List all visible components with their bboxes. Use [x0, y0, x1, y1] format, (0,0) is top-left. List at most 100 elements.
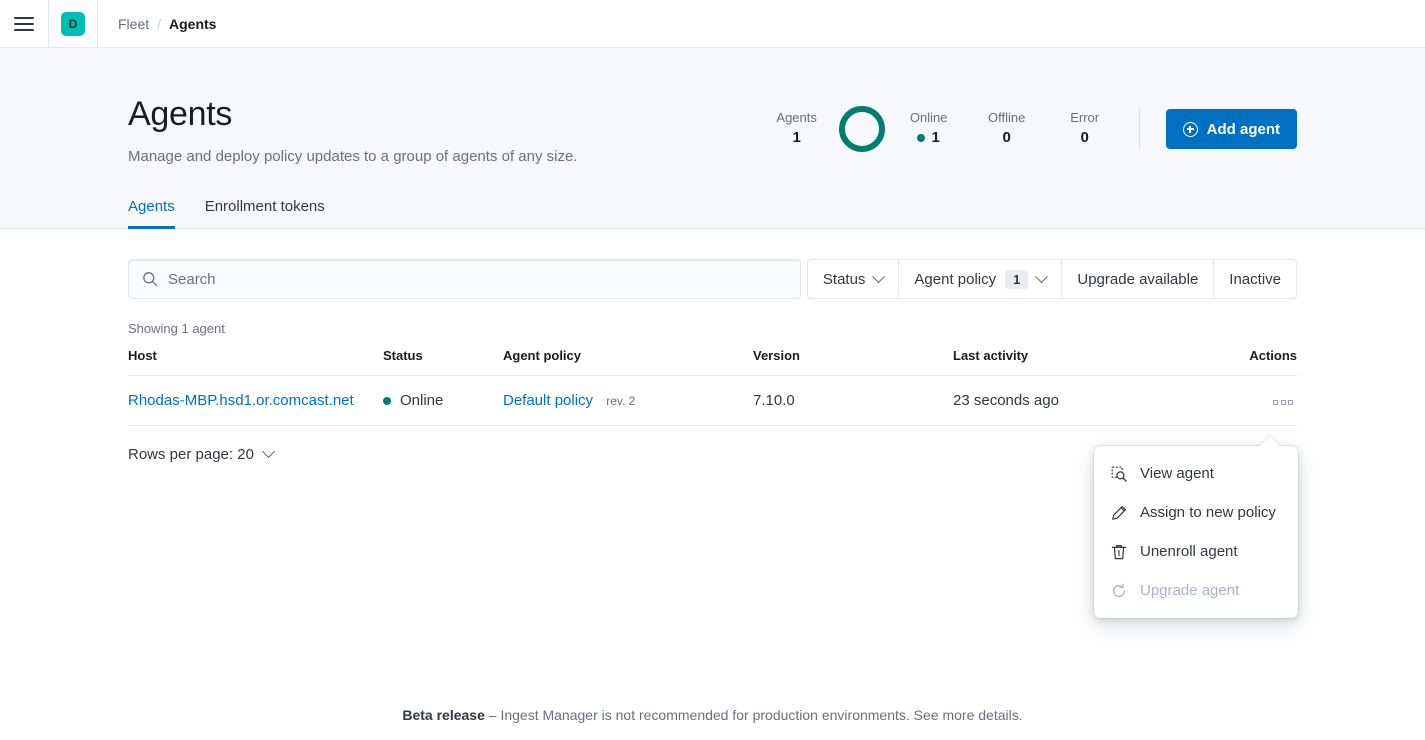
- stat-agents-value: 1: [792, 127, 800, 149]
- agent-policy-link[interactable]: Default policy: [503, 392, 593, 409]
- column-actions: Actions: [1190, 348, 1297, 376]
- avatar[interactable]: D: [61, 12, 85, 36]
- rows-per-page-label: Rows per page: 20: [128, 446, 254, 463]
- add-agent-label: Add agent: [1207, 121, 1280, 138]
- menu-item-upgrade-agent-label: Upgrade agent: [1140, 582, 1239, 599]
- menu-button[interactable]: [0, 0, 48, 48]
- column-agent-policy[interactable]: Agent policy: [503, 348, 753, 376]
- menu-item-assign-policy-label: Assign to new policy: [1140, 504, 1276, 521]
- footer-strong: Beta release: [402, 707, 485, 723]
- stat-online-label: Online: [910, 109, 948, 127]
- stat-online: Online 1: [901, 109, 957, 149]
- chevron-down-icon: [1036, 270, 1049, 283]
- agents-table-head: Host Status Agent policy Version Last ac…: [128, 348, 1297, 376]
- agents-table: Host Status Agent policy Version Last ac…: [128, 348, 1297, 426]
- main-content: Status Agent policy 1 Upgrade available …: [0, 259, 1425, 463]
- breadcrumb-separator: /: [157, 16, 161, 32]
- online-status-dot: [917, 134, 925, 142]
- filter-inactive-button[interactable]: Inactive: [1214, 260, 1296, 298]
- header-divider: [1139, 108, 1140, 150]
- search-box[interactable]: [128, 259, 801, 299]
- cell-status: Online: [383, 376, 503, 426]
- column-version[interactable]: Version: [753, 348, 953, 376]
- menu-item-view-agent-label: View agent: [1140, 465, 1214, 482]
- menu-item-unenroll-agent-label: Unenroll agent: [1140, 543, 1238, 560]
- page-title: Agents: [128, 96, 577, 133]
- stat-agents: Agents 1: [769, 109, 825, 149]
- stat-agents-label: Agents: [776, 109, 816, 127]
- breadcrumb-fleet[interactable]: Fleet: [118, 16, 149, 32]
- filter-agent-policy-count: 1: [1005, 270, 1028, 289]
- tab-enrollment-tokens[interactable]: Enrollment tokens: [205, 198, 325, 228]
- filter-status-button[interactable]: Status: [808, 260, 900, 298]
- chevron-down-icon: [262, 446, 275, 459]
- agent-policy-revision: rev. 2: [606, 394, 635, 408]
- page-title-block: Agents Manage and deploy policy updates …: [128, 96, 577, 165]
- filter-status-label: Status: [823, 271, 866, 288]
- stat-offline-label: Offline: [988, 109, 1025, 127]
- hamburger-icon[interactable]: [14, 17, 34, 31]
- column-last-activity[interactable]: Last activity: [953, 348, 1190, 376]
- filter-inactive-label: Inactive: [1229, 271, 1281, 288]
- search-icon: [142, 271, 158, 287]
- add-agent-button[interactable]: Add agent: [1166, 109, 1297, 149]
- agents-table-body: Rhodas-MBP.hsd1.or.comcast.net Online De…: [128, 376, 1297, 426]
- results-count: Showing 1 agent: [128, 321, 1297, 336]
- pencil-icon: [1111, 505, 1127, 521]
- cell-version: 7.10.0: [753, 376, 953, 426]
- filter-agent-policy-button[interactable]: Agent policy 1: [899, 260, 1062, 298]
- cell-host: Rhodas-MBP.hsd1.or.comcast.net: [128, 376, 383, 426]
- stat-error: Error 0: [1057, 109, 1113, 149]
- breadcrumb: Fleet / Agents: [98, 0, 216, 48]
- status-badge: Online: [383, 392, 503, 409]
- filter-button-group: Status Agent policy 1 Upgrade available …: [807, 259, 1297, 299]
- plus-circle-icon: [1183, 122, 1198, 137]
- avatar-cell[interactable]: D: [49, 0, 97, 48]
- row-actions-button[interactable]: [1269, 396, 1297, 409]
- trash-icon: [1111, 544, 1127, 560]
- filter-bar: Status Agent policy 1 Upgrade available …: [128, 259, 1297, 299]
- filter-agent-policy-label: Agent policy: [914, 271, 996, 288]
- menu-item-assign-policy[interactable]: Assign to new policy: [1094, 493, 1298, 532]
- stat-online-value: 1: [931, 127, 939, 149]
- page-subtitle: Manage and deploy policy updates to a gr…: [128, 148, 577, 165]
- stat-error-value: 0: [1080, 127, 1088, 149]
- status-dot-icon: [383, 397, 391, 405]
- stat-breakdown: Online 1 Offline 0 Error 0: [901, 109, 1113, 149]
- stat-online-value-wrap: 1: [917, 127, 939, 149]
- boxes-horizontal-icon: [1281, 400, 1286, 405]
- search-input[interactable]: [168, 271, 787, 288]
- column-status[interactable]: Status: [383, 348, 503, 376]
- boxes-horizontal-icon: [1273, 400, 1278, 405]
- table-header-row: Host Status Agent policy Version Last ac…: [128, 348, 1297, 376]
- agent-stats-panel: Agents 1 Online 1 Offline 0 Error: [769, 96, 1297, 152]
- cell-actions: [1190, 376, 1297, 426]
- column-host[interactable]: Host: [128, 348, 383, 376]
- stat-offline-value: 0: [1002, 127, 1010, 149]
- inspect-icon: [1111, 466, 1127, 482]
- menu-item-unenroll-agent[interactable]: Unenroll agent: [1094, 532, 1298, 571]
- row-actions-popover: View agent Assign to new policy Unenroll…: [1094, 446, 1298, 618]
- stat-error-label: Error: [1070, 109, 1099, 127]
- page-tabs: Agents Enrollment tokens: [128, 198, 1297, 228]
- table-row: Rhodas-MBP.hsd1.or.comcast.net Online De…: [128, 376, 1297, 426]
- agent-status-donut-chart: [839, 106, 885, 152]
- host-link[interactable]: Rhodas-MBP.hsd1.or.comcast.net: [128, 392, 354, 409]
- menu-item-upgrade-agent: Upgrade agent: [1094, 571, 1298, 610]
- cell-last-activity: 23 seconds ago: [953, 376, 1190, 426]
- status-label: Online: [400, 392, 443, 409]
- beta-release-footer: Beta release – Ingest Manager is not rec…: [0, 707, 1425, 723]
- page-header-top: Agents Manage and deploy policy updates …: [128, 48, 1297, 165]
- global-nav-bar: D Fleet / Agents: [0, 0, 1425, 48]
- page-header: Agents Manage and deploy policy updates …: [0, 48, 1425, 229]
- cell-agent-policy: Default policy rev. 2: [503, 376, 753, 426]
- tab-agents[interactable]: Agents: [128, 198, 175, 228]
- chevron-down-icon: [873, 270, 886, 283]
- filter-upgrade-available-button[interactable]: Upgrade available: [1062, 260, 1214, 298]
- footer-text: – Ingest Manager is not recommended for …: [485, 707, 1023, 723]
- boxes-horizontal-icon: [1288, 400, 1293, 405]
- refresh-icon: [1111, 583, 1127, 599]
- menu-item-view-agent[interactable]: View agent: [1094, 454, 1298, 493]
- breadcrumb-agents[interactable]: Agents: [169, 16, 216, 32]
- filter-upgrade-available-label: Upgrade available: [1077, 271, 1198, 288]
